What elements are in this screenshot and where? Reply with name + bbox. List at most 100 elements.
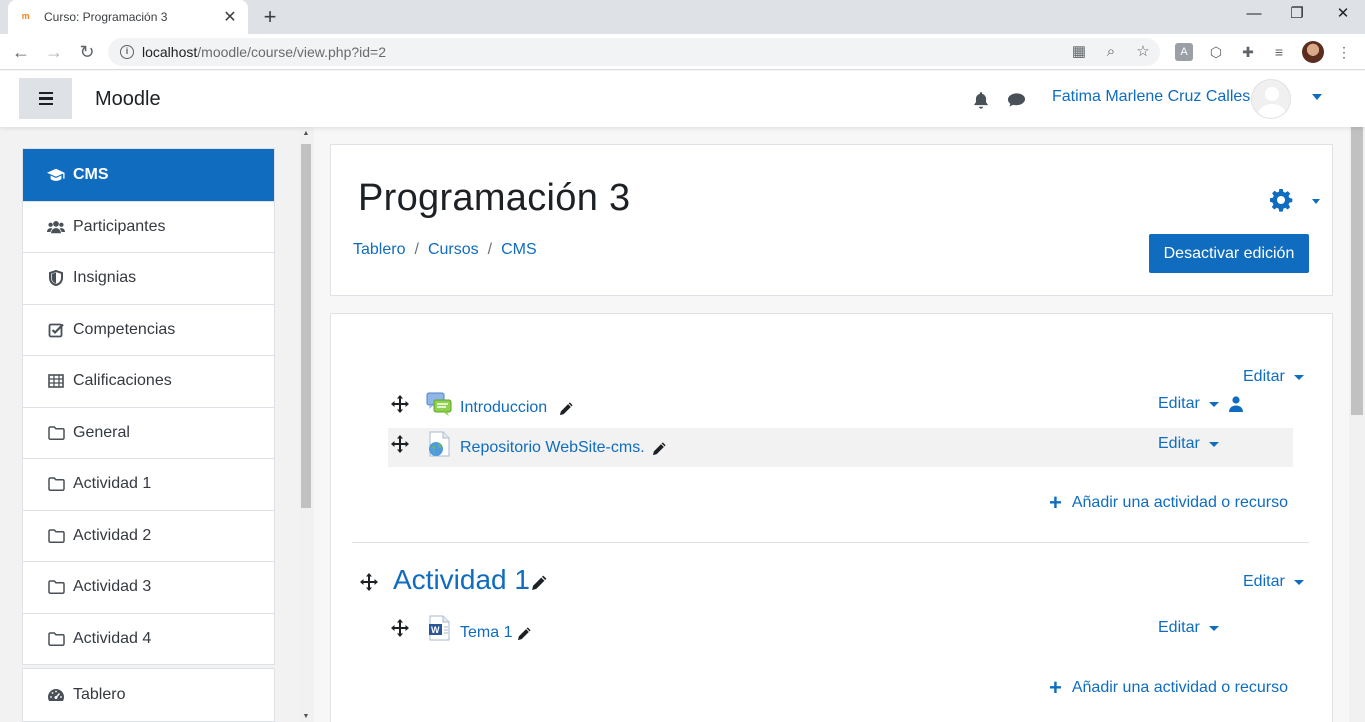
folder-icon [47,527,65,545]
browser-tabstrip: ᵐ Curso: Programación 3 ✕ + — ❐ ✕ [0,0,1365,34]
tab-close-icon[interactable]: ✕ [222,7,238,27]
browser-tab[interactable]: ᵐ Curso: Programación 3 ✕ [8,0,248,34]
breadcrumb-cms[interactable]: CMS [501,241,537,259]
window-close-icon[interactable]: ✕ [1333,4,1353,24]
sidebar-item-cms[interactable]: CMS [23,149,274,201]
activity-row-introduccion: Introduccion Editar [388,388,1293,427]
site-brand[interactable]: Moodle [95,88,161,111]
puzzle-extension-icon[interactable]: ✚ [1239,43,1257,61]
minimize-icon[interactable]: — [1244,4,1264,24]
table-icon [47,372,65,390]
messages-chat-icon[interactable] [1007,92,1026,108]
section-divider [352,542,1309,543]
course-nav-group: CMS Participantes Insignias Competencias… [22,148,275,665]
sidebar-item-actividad-2[interactable]: Actividad 2 [23,509,274,562]
caret-down-icon [1208,401,1219,407]
sidebar-item-tablero[interactable]: Tablero [23,669,274,721]
zoom-icon[interactable]: ⌕ [1102,44,1120,60]
shield-icon [47,269,65,287]
site-info-icon[interactable]: i [120,45,134,59]
browser-profile-avatar[interactable] [1302,41,1324,63]
move-icon[interactable] [391,435,409,453]
pdf-extension-icon[interactable]: A [1175,43,1193,61]
back-icon[interactable]: ← [10,41,32,63]
sidebar-item-actividad-3[interactable]: Actividad 3 [23,561,274,613]
move-icon[interactable] [391,619,409,637]
sidebar-item-calificaciones[interactable]: Calificaciones [23,355,274,407]
user-name[interactable]: Fatima Marlene Cruz Calles [1052,88,1250,106]
hamburger-line [38,91,53,95]
edit-label: Editar [1158,619,1200,636]
drawer-toggle-button[interactable] [19,78,72,119]
section-move-icon[interactable] [360,573,378,591]
activity-link-tema-1[interactable]: Tema 1 [460,624,512,642]
caret-down-icon [1293,579,1304,585]
plus-icon: + [1049,490,1062,515]
settings-gear-icon[interactable] [1269,188,1293,212]
add-activity-button[interactable]: + Añadir una actividad o recurso [1049,490,1288,515]
edit-title-pencil-icon[interactable] [517,626,532,641]
edit-label: Editar [1243,368,1285,385]
group-mode-user-icon[interactable] [1229,396,1243,412]
add-activity-button[interactable]: + Añadir una actividad o recurso [1049,677,1288,699]
activity-link-repositorio[interactable]: Repositorio WebSite-cms. [460,439,645,457]
activity-row-tema-1: W Tema 1 Editar [388,611,1293,650]
edit-title-pencil-icon[interactable] [652,441,667,456]
edit-label: Editar [1158,395,1200,412]
breadcrumb-separator: / [487,241,493,258]
avatar-body [1258,104,1286,118]
course-content: Editar Introduccion Editar Repositorio W… [330,313,1333,722]
section-title[interactable]: Actividad 1 [393,564,530,596]
notifications-bell-icon[interactable] [972,91,990,109]
sidebar-item-label: Actividad 4 [73,629,152,647]
move-icon[interactable] [391,395,409,413]
sidebar-item-label: Insignias [73,269,137,287]
activity-edit-menu[interactable]: Editar [1158,619,1219,637]
sidebar-item-insignias[interactable]: Insignias [23,252,274,304]
shield-extension-icon[interactable]: ⬡ [1207,43,1225,61]
word-doc-icon: W [429,615,450,641]
edit-section-pencil-icon[interactable] [531,574,548,591]
new-tab-button[interactable]: + [258,5,282,29]
activity-link-introduccion[interactable]: Introduccion [460,399,547,417]
sidebar-item-actividad-4[interactable]: Actividad 4 [23,612,274,665]
page-scroll-thumb[interactable] [1351,85,1363,415]
section-1-edit-menu[interactable]: Editar [1243,573,1304,591]
user-menu-caret-icon[interactable] [1312,94,1322,100]
sidebar-item-competencias[interactable]: Competencias [23,303,274,356]
sidebar-item-actividad-1[interactable]: Actividad 1 [23,458,274,510]
scroll-down-arrow-icon[interactable]: ▼ [301,712,311,722]
restore-icon[interactable]: ❐ [1287,4,1307,24]
page-header: Programación 3 Tablero / Cursos / CMS De… [330,144,1333,296]
forward-icon[interactable]: → [43,41,65,63]
media-control-icon[interactable]: ≡ [1270,43,1288,61]
folder-icon [47,578,65,596]
url-host: localhost [142,44,198,60]
sidebar-item-label: Actividad 1 [73,475,152,493]
breadcrumb: Tablero / Cursos / CMS [353,241,537,259]
sidebar-item-label: General [73,423,130,441]
bookmark-star-icon[interactable]: ☆ [1134,44,1152,60]
folder-icon [47,475,65,493]
grid-icon[interactable]: ▦ [1070,44,1088,60]
activity-edit-menu[interactable]: Editar [1158,435,1219,453]
browser-menu-icon[interactable]: ⋮ [1335,43,1353,61]
scroll-up-arrow-icon[interactable]: ▲ [301,129,311,139]
svg-text:W: W [431,625,440,635]
sidebar-item-general[interactable]: General [23,406,274,459]
drawer-scroll-thumb[interactable] [301,144,311,508]
turn-editing-off-button[interactable]: Desactivar edición [1149,234,1309,273]
sidebar-item-label: Participantes [73,217,166,235]
activity-edit-menu[interactable]: Editar [1158,395,1219,413]
moodle-navbar: Moodle Fatima Marlene Cruz Calles [0,71,1365,127]
edit-title-pencil-icon[interactable] [559,401,574,416]
breadcrumb-cursos[interactable]: Cursos [428,241,479,259]
section-0-edit-menu[interactable]: Editar [1243,368,1304,386]
address-bar[interactable]: i localhost/moodle/course/view.php?id=2 … [108,38,1160,66]
settings-caret-icon[interactable] [1312,199,1320,204]
sidebar-item-participantes[interactable]: Participantes [23,200,274,253]
dashboard-icon [47,686,65,704]
user-avatar[interactable] [1251,79,1291,119]
breadcrumb-tablero[interactable]: Tablero [353,241,405,259]
reload-icon[interactable]: ↻ [76,41,98,63]
